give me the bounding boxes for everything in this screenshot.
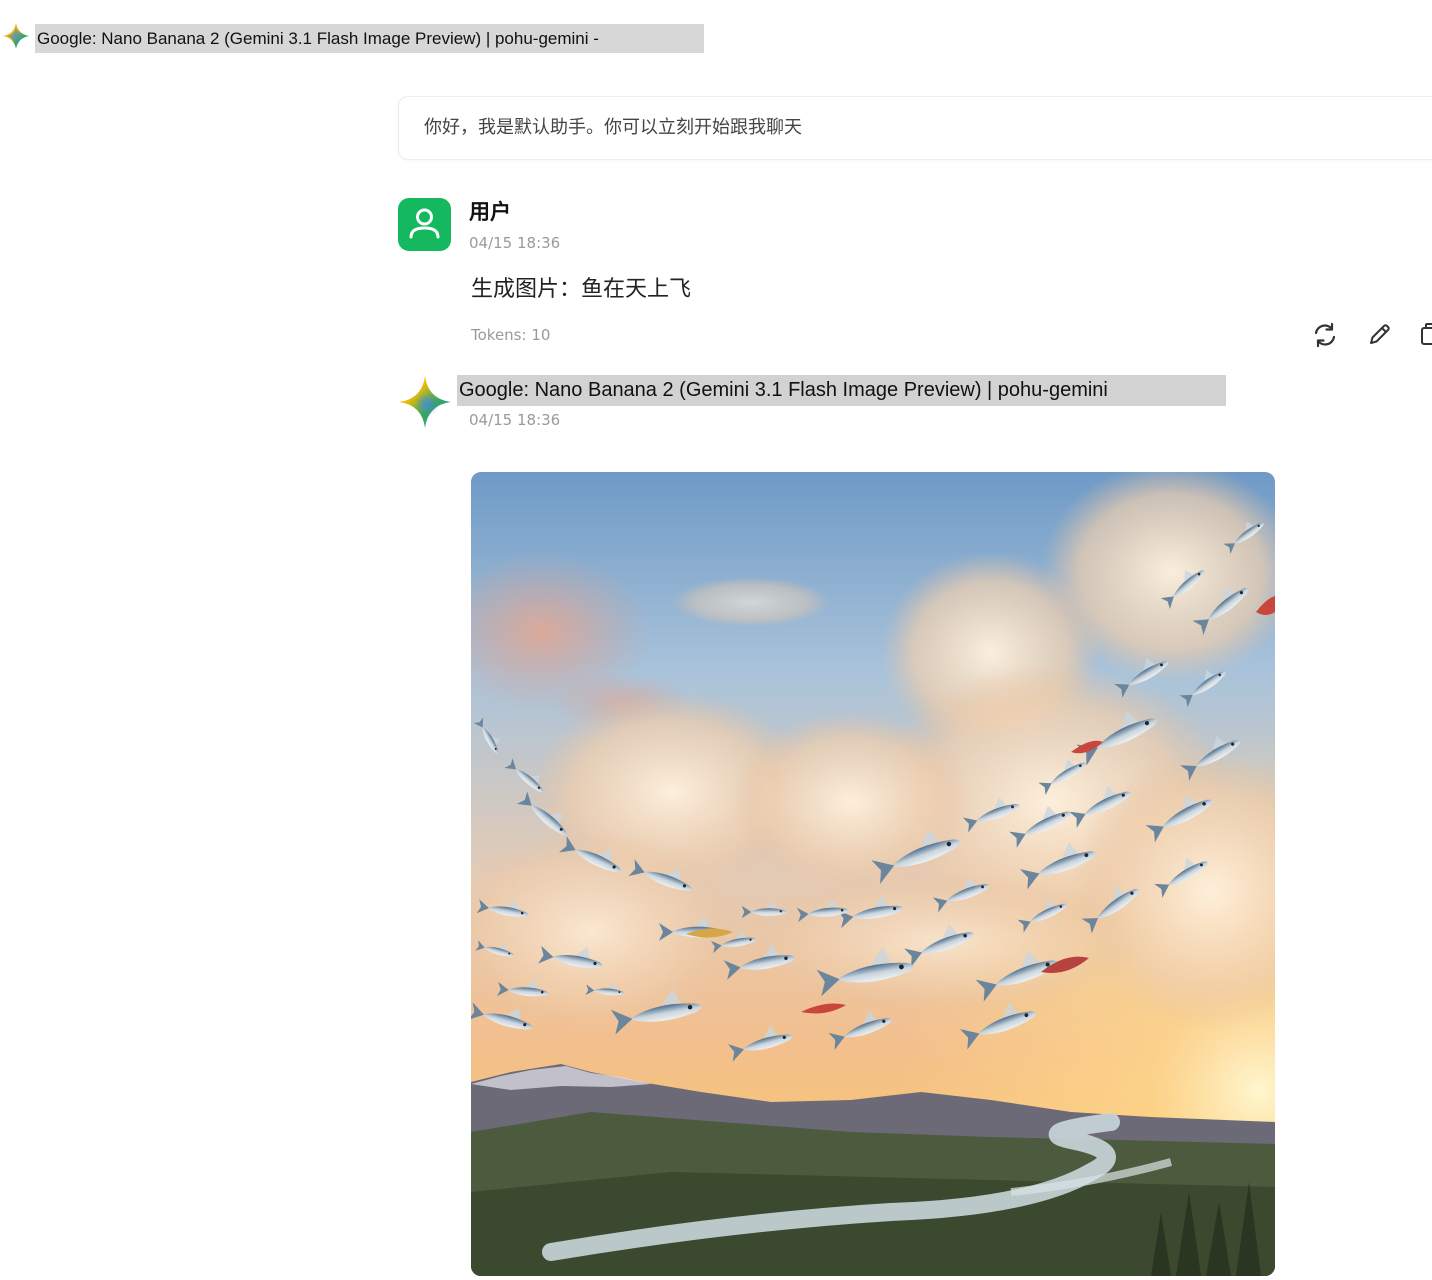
user-avatar — [398, 198, 451, 251]
flying-fish-image — [471, 472, 1275, 1276]
user-message-time: 04/15 18:36 — [469, 234, 561, 252]
user-icon — [409, 208, 440, 239]
gemini-star-icon — [399, 376, 451, 428]
pencil-icon[interactable] — [1364, 320, 1394, 350]
assistant-message-time: 04/15 18:36 — [469, 411, 561, 429]
user-message-text: 生成图片：鱼在天上飞 — [471, 277, 692, 302]
greeting-message: 你好，我是默认助手。你可以立刻开始跟我聊天 — [398, 96, 1432, 160]
generated-image[interactable] — [471, 472, 1275, 1276]
gemini-star-icon — [3, 23, 29, 49]
user-name: 用户 — [469, 200, 511, 224]
conversation-title: Google: Nano Banana 2 (Gemini 3.1 Flash … — [35, 24, 704, 53]
assistant-name: Google: Nano Banana 2 (Gemini 3.1 Flash … — [457, 375, 1226, 406]
refresh-icon[interactable] — [1310, 320, 1340, 350]
token-count: Tokens: 10 — [471, 326, 551, 344]
copy-icon[interactable] — [1418, 320, 1432, 350]
